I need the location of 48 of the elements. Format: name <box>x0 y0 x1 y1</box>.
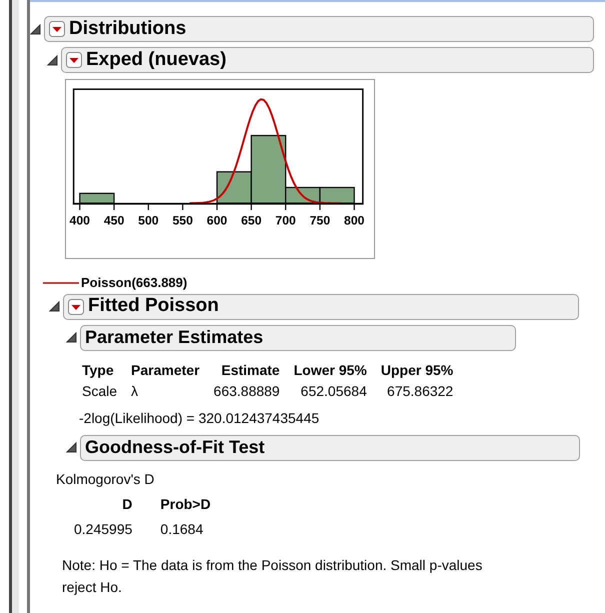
column-header: Type <box>82 360 115 380</box>
axis-label: 450 <box>104 214 124 228</box>
axis-label: 800 <box>344 214 364 228</box>
column-header: Estimate <box>220 360 280 380</box>
column-header: D <box>121 494 132 514</box>
outline-header[interactable]: Goodness-of-Fit Test <box>80 434 580 460</box>
outline-header[interactable]: Fitted Poisson <box>63 294 579 320</box>
axis-label: 500 <box>138 214 159 228</box>
column-header: Prob>D <box>160 494 211 514</box>
outline-title: Exped (nuevas) <box>86 48 226 72</box>
collapse-triangle-icon[interactable] <box>30 24 41 34</box>
axis-label: 700 <box>275 214 296 228</box>
collapse-triangle-icon[interactable] <box>66 442 77 453</box>
outline-header[interactable]: Exped (nuevas) <box>61 47 594 73</box>
table-cell-text: 0.1684 <box>160 520 204 538</box>
test-name: Kolmogorov's D <box>56 470 156 489</box>
histogram-bar <box>319 186 355 204</box>
splitter-bar[interactable] <box>9 0 19 613</box>
collapse-triangle-icon[interactable] <box>66 332 77 343</box>
column-header: Lower 95% <box>294 360 367 380</box>
axis-label: 600 <box>206 214 228 228</box>
table-cell-text: Scale <box>82 382 118 400</box>
dropdown-menu-icon[interactable] <box>49 21 65 37</box>
outline-title: Fitted Poisson <box>88 294 219 318</box>
outline-header[interactable]: Parameter Estimates <box>80 324 516 350</box>
legend-label: Poisson(663.889) <box>81 274 188 292</box>
collapse-triangle-icon[interactable] <box>47 54 58 66</box>
outline-title: Goodness-of-Fit Test <box>85 436 265 459</box>
column-header: Upper 95% <box>380 360 454 380</box>
histogram-bar <box>79 192 115 204</box>
axis-label: 650 <box>241 214 262 228</box>
table-cell-text: λ <box>131 382 140 400</box>
outline-title: Parameter Estimates <box>85 326 264 349</box>
table-cell-text: 0.245995 <box>74 520 132 538</box>
collapse-triangle-icon[interactable] <box>49 301 60 312</box>
table-cell-text: 652.05684 <box>300 382 367 400</box>
table-cell-text: 675.86322 <box>386 382 454 400</box>
axis-label: 750 <box>310 214 330 228</box>
table-cell-text: 663.88889 <box>214 382 280 400</box>
axis-label: 400 <box>70 214 90 228</box>
axis-label: 550 <box>172 214 193 228</box>
likelihood-text: -2log(Likelihood) = 320.012437435445 <box>79 408 320 428</box>
column-header: Parameter <box>131 360 200 380</box>
outline-title: Distributions <box>69 16 186 41</box>
note-text: Note: Ho = The data is from the Poisson distribution. Small p-values reject Ho. <box>62 556 484 597</box>
dropdown-menu-icon[interactable] <box>66 52 82 68</box>
dropdown-menu-icon[interactable] <box>68 298 84 314</box>
outline-header[interactable]: Distributions <box>44 16 594 42</box>
